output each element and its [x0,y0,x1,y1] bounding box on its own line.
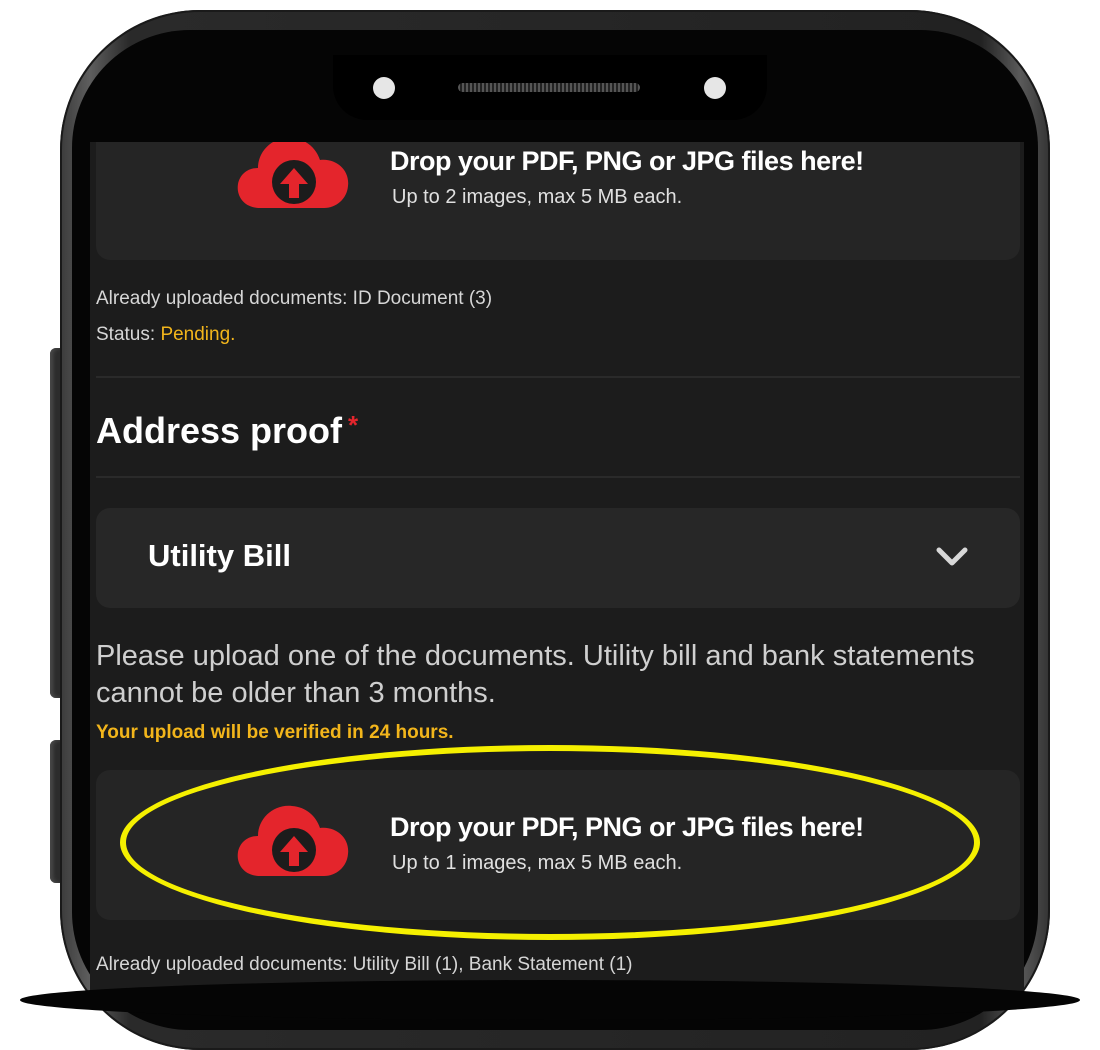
dropzone-title: Drop your PDF, PNG or JPG files here! [390,146,864,176]
section-title: Address proof * [96,410,358,452]
section-title-text: Address proof [96,410,343,451]
section-divider [96,376,1020,378]
cloud-upload-icon [237,805,349,876]
speaker-grille-icon [458,83,640,92]
sensor-icon [704,77,726,99]
dropzone-subtitle: Up to 1 images, max 5 MB each. [392,852,683,874]
dropzone-subtitle: Up to 2 images, max 5 MB each. [392,186,683,208]
chevron-down-icon [936,547,968,566]
section-divider [96,476,1020,478]
phone-bottom-shadow [20,980,1080,1020]
uploaded-documents-text: Already uploaded documents: Utility Bill… [96,954,633,975]
status-label: Status: [96,324,156,345]
verification-note: Your upload will be verified in 24 hours… [96,722,454,743]
cloud-upload-icon [237,142,349,208]
front-camera-icon [373,77,395,99]
uploaded-documents-text: Already uploaded documents: ID Document … [96,288,493,309]
app-screen: Drop your PDF, PNG or JPG files here! Up… [90,142,1024,1000]
status-line: Status: Pending. [96,324,235,346]
status-badge: Pending. [160,324,236,345]
upload-instructions: Please upload one of the documents. Util… [96,640,975,709]
document-type-value: Utility Bill [148,538,291,573]
required-marker: * [348,410,359,440]
document-type-select[interactable]: Utility Bill [96,508,1020,608]
dropzone-title: Drop your PDF, PNG or JPG files here! [390,812,864,842]
id-upload-dropzone[interactable]: Drop your PDF, PNG or JPG files here! Up… [96,142,1020,260]
address-upload-dropzone[interactable]: Drop your PDF, PNG or JPG files here! Up… [96,770,1020,920]
